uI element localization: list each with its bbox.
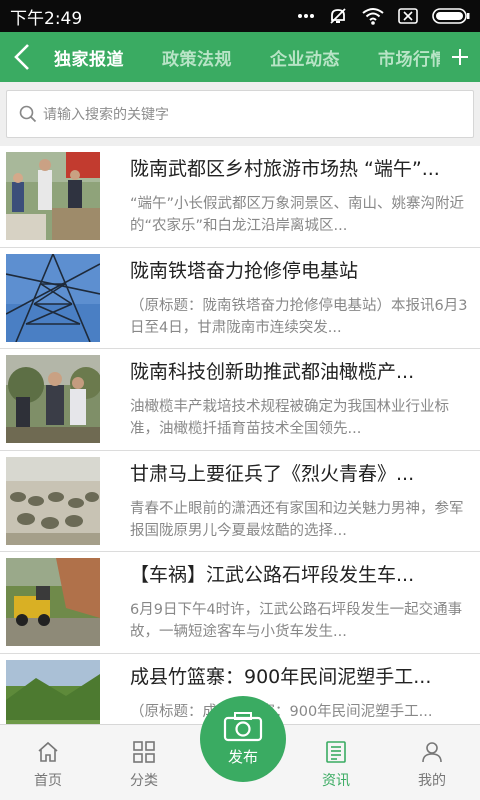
tab-policy[interactable]: 政策法规 [162, 45, 232, 70]
home-icon [38, 741, 58, 762]
grid-icon [133, 740, 155, 763]
news-title: 陇南铁塔奋力抢修停电基站 [130, 259, 359, 282]
news-summary: 6月9日下午4时许，江武公路石坪段发生一起交通事故，一辆短途客车与小货车发生..… [130, 602, 463, 641]
news-thumbnail [6, 558, 100, 647]
news-item[interactable]: 【车祸】江武公路石坪段发生车... 6月9日下午4时许，江武公路石坪段发生一起交… [0, 552, 480, 654]
news-thumbnail [6, 152, 100, 240]
news-list: 陇南武都区乡村旅游市场热 “端午”... “端午”小长假武都区万象洞景区、南山、… [0, 146, 480, 724]
news-item[interactable]: 陇南铁塔奋力抢修停电基站 （原标题：陇南铁塔奋力抢修停电基站）本报讯6月3日至4… [0, 247, 480, 350]
nav-mine[interactable]: 我的 [384, 725, 480, 800]
nav-mine-label: 我的 [418, 772, 446, 789]
nav-category[interactable]: 分类 [96, 725, 192, 800]
news-item[interactable]: 陇南武都区乡村旅游市场热 “端午”... “端午”小长假武都区万象洞景区、南山、… [0, 146, 480, 248]
search-area: 请输入搜索的关键字 [0, 82, 480, 146]
news-summary: 青春不止眼前的潇洒还有家国和边关魅力男神，参军报国陇原男儿今夏最炫酷的选择... [130, 500, 464, 539]
wifi-icon [362, 7, 384, 25]
news-item[interactable]: 陇南科技创新助推武都油橄榄产... 油橄榄丰产栽培技术规程被确定为我国林业行业标… [0, 349, 480, 451]
nav-news-label: 资讯 [322, 772, 350, 789]
user-icon [422, 741, 442, 762]
publish-label: 发布 [227, 747, 258, 766]
news-title: 【车祸】江武公路石坪段发生车... [130, 564, 415, 587]
plus-icon [452, 49, 468, 65]
search-icon [19, 105, 37, 123]
news-title: 成县竹篮寨：900年民间泥塑手工... [130, 665, 432, 688]
news-thumbnail [6, 355, 100, 444]
add-tab-button[interactable] [440, 32, 480, 82]
news-title: 陇南科技创新助推武都油橄榄产... [130, 361, 415, 384]
tab-company[interactable]: 企业动态 [270, 45, 340, 70]
news-thumbnail [6, 456, 100, 545]
news-summary: 油橄榄丰产栽培技术规程被确定为我国林业行业标准，油橄榄扦插育苗技术全国领先... [130, 399, 449, 438]
sim-icon [398, 8, 418, 24]
search-input[interactable]: 请输入搜索的关键字 [6, 90, 474, 138]
news-thumbnail [6, 253, 100, 342]
mute-icon [328, 6, 348, 26]
news-summary: “端午”小长假武都区万象洞景区、南山、姚寨沟附近的“农家乐”和白龙江沿岸离城区.… [130, 196, 465, 234]
news-item[interactable]: 甘肃马上要征兵了《烈火青春》... 青春不止眼前的潇洒还有家国和边关魅力男神，参… [0, 450, 480, 553]
back-button[interactable] [0, 32, 44, 82]
back-arrow-icon [14, 44, 29, 70]
news-summary: （原标题：陇南铁塔奋力抢修停电基站）本报讯6月3日至4日，甘肃陇南市连续突发..… [130, 297, 468, 336]
tab-market[interactable]: 市场行情 [378, 45, 440, 70]
tab-exclusive[interactable]: 独家报道 [54, 45, 124, 70]
status-time: 下午2:49 [10, 8, 83, 29]
news-title: 甘肃马上要征兵了《烈火青春》... [130, 462, 415, 485]
camera-icon [223, 711, 263, 741]
status-bar: 下午2:49 [0, 0, 480, 32]
top-tab-bar: 独家报道 政策法规 企业动态 市场行情 [0, 32, 480, 82]
nav-category-label: 分类 [130, 772, 158, 789]
search-placeholder: 请输入搜索的关键字 [43, 107, 169, 123]
battery-icon [432, 8, 470, 24]
category-tabs: 独家报道 政策法规 企业动态 市场行情 [44, 45, 440, 70]
nav-home-label: 首页 [34, 772, 62, 789]
news-title: 陇南武都区乡村旅游市场热 “端午”... [130, 158, 440, 180]
status-icons [298, 6, 470, 26]
publish-button[interactable]: 发布 [200, 696, 286, 782]
more-icon [298, 13, 314, 19]
news-icon [326, 740, 346, 763]
news-thumbnail [6, 659, 100, 724]
news-summary: （原标题：成县竹篮寨：900年民间泥塑手工... [130, 703, 433, 720]
nav-news[interactable]: 资讯 [288, 725, 384, 800]
nav-home[interactable]: 首页 [0, 725, 96, 800]
